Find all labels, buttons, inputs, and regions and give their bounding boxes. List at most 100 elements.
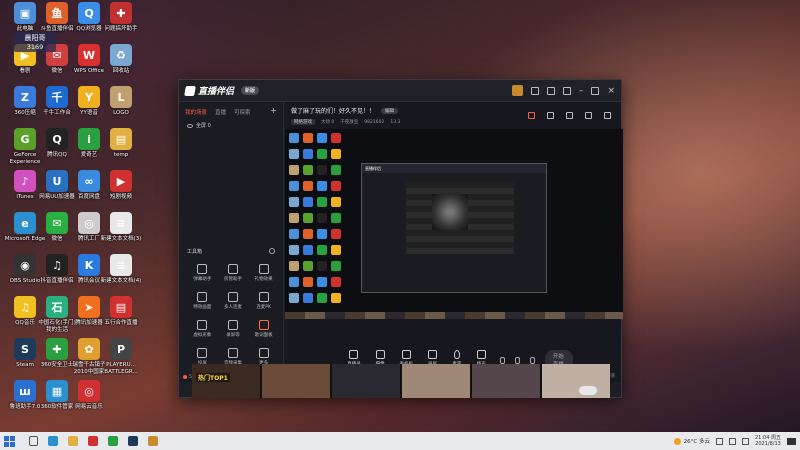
tool-item[interactable]: 特效画面 xyxy=(187,292,218,310)
add-scene-button[interactable]: + xyxy=(270,107,277,116)
title-bar[interactable]: 直播伴侣 新版 – × xyxy=(179,80,621,102)
preview-mini-icon xyxy=(289,213,299,223)
room-category[interactable]: 网络游戏 xyxy=(291,119,315,125)
minimize-icon[interactable]: – xyxy=(579,86,584,95)
message-icon[interactable] xyxy=(530,86,539,95)
desktop-app-icon: G xyxy=(14,128,36,150)
tool-label: 歌词面板 xyxy=(254,333,273,338)
headset-icon[interactable] xyxy=(566,112,573,119)
preview-mini-icon xyxy=(303,133,313,143)
user-avatar-icon[interactable] xyxy=(511,85,523,96)
tool-item[interactable]: 歌词面板 xyxy=(248,320,279,338)
task-view-icon[interactable] xyxy=(29,436,38,446)
desktop-app-icon: ◎ xyxy=(78,212,100,234)
edit-title-button[interactable]: 编辑 xyxy=(381,107,399,114)
version-badge[interactable]: 新版 xyxy=(241,86,260,95)
desktop-app-icon: 石 xyxy=(46,296,68,318)
tool-icon xyxy=(258,292,269,302)
desktop-icon[interactable]: ▶ 短剧视频 xyxy=(100,170,142,201)
preview-mini-icon xyxy=(289,165,299,175)
notification-center-icon[interactable] xyxy=(787,437,796,445)
record-icon[interactable] xyxy=(500,356,506,364)
tool-item[interactable]: 弹幕助手 xyxy=(187,264,218,282)
network-icon[interactable] xyxy=(716,437,723,445)
desktop-icon[interactable]: ♻ 回收站 xyxy=(100,44,142,75)
preview-mini-icon xyxy=(331,197,341,207)
wechat-taskbar-icon[interactable] xyxy=(108,436,118,446)
sidebar-tabs: 我的场景 直播 可探索 + xyxy=(179,102,283,118)
preview-mini-icon xyxy=(331,181,341,191)
top-tag: 热门TOP1 xyxy=(196,373,230,382)
room-stat-number: 9821602 xyxy=(364,119,385,125)
live-companion-taskbar-icon[interactable] xyxy=(88,436,98,446)
desktop-icon-label: LOGO xyxy=(113,110,129,116)
volume-icon[interactable] xyxy=(729,437,736,445)
desktop-app-icon: Z xyxy=(14,86,36,108)
preview-mini-icon xyxy=(331,261,341,271)
desktop-app-icon: U xyxy=(46,170,68,192)
desktop-app-icon: 千 xyxy=(46,86,68,108)
steam-taskbar-icon[interactable] xyxy=(128,436,138,446)
desktop-icon[interactable]: ▤ temp xyxy=(100,128,142,159)
notification-bubble[interactable] xyxy=(579,386,597,395)
tool-item[interactable]: 多人连麦 xyxy=(218,292,249,310)
app-taskbar-icon[interactable] xyxy=(148,436,158,446)
tab-live[interactable]: 直播 xyxy=(215,108,226,116)
bell-icon[interactable] xyxy=(585,112,592,119)
desktop-app-icon: ▦ xyxy=(46,380,68,402)
desktop-icon[interactable]: ▤ 五行合作直播 xyxy=(100,296,142,327)
share-icon[interactable] xyxy=(604,112,611,119)
live-preview[interactable]: 直播伴侣 xyxy=(285,129,623,319)
desktop-icon-label: 五行合作直播 xyxy=(104,320,138,326)
explorer-taskbar-icon[interactable] xyxy=(68,436,78,446)
desktop-icon[interactable]: ≡ 新建文本文档(3) xyxy=(100,212,142,243)
tool-item[interactable]: 礼物效果 xyxy=(248,264,279,282)
room-stat-viewers: 大场 0 xyxy=(321,120,335,125)
tab-explore[interactable]: 可探索 xyxy=(234,108,251,116)
gift-icon[interactable] xyxy=(528,112,535,119)
maximize-icon[interactable] xyxy=(591,86,600,95)
tool-item[interactable]: 虚拟形象 xyxy=(187,320,218,338)
settings-icon[interactable] xyxy=(546,86,555,95)
desktop-app-icon: S xyxy=(14,338,36,360)
desktop-icon[interactable]: ◎ 网易云音乐 xyxy=(68,380,110,411)
box-icon[interactable] xyxy=(547,112,554,119)
close-icon[interactable]: × xyxy=(607,86,615,95)
preview-mini-icon xyxy=(317,149,327,159)
live-companion-window[interactable]: 直播伴侣 新版 – × 我的场景 直播 可探索 + 全屏 0 工具箱 弹幕助手 房… xyxy=(178,79,623,398)
desktop-icon[interactable]: P PLAYERU... BATTLEGR... xyxy=(100,338,142,375)
desktop-app-icon: ➤ xyxy=(78,296,100,318)
tool-item[interactable]: 连麦PK xyxy=(248,292,279,310)
tool-item[interactable]: 录屏等 xyxy=(218,320,249,338)
preview-strip xyxy=(285,312,623,319)
toolbox-settings-icon[interactable] xyxy=(269,248,275,254)
scene-item[interactable]: 全屏 0 xyxy=(179,118,283,133)
desktop-app-icon: ✚ xyxy=(46,338,68,360)
desktop-app-icon: i xyxy=(78,128,100,150)
start-button-icon[interactable] xyxy=(4,435,15,447)
desktop-icon[interactable]: ≡ 新建文本文档(4) xyxy=(100,254,142,285)
preview-mini-icon xyxy=(331,245,341,255)
ime-icon[interactable] xyxy=(742,437,749,445)
tab-my-scenes[interactable]: 我的场景 xyxy=(185,108,207,116)
system-tray: 26°C 多云 21:04 周五 2021/8/13 xyxy=(673,435,796,447)
desktop-app-icon: Q xyxy=(46,128,68,150)
desktop-app-icon: ♫ xyxy=(14,296,36,318)
desktop-icon[interactable]: ✚ 问题搞坏助手 xyxy=(100,2,142,33)
weather-widget[interactable]: 26°C 多云 xyxy=(673,437,710,445)
room-title[interactable]: 做了麻了玩的们！好久不见！！ xyxy=(291,106,375,115)
desktop-icon-label: PLAYERU... BATTLEGR... xyxy=(104,362,138,375)
preview-mini-icon xyxy=(289,197,299,207)
desktop-icon[interactable]: L LOGO xyxy=(100,86,142,117)
taskbar: 26°C 多云 21:04 周五 2021/8/13 xyxy=(0,432,800,450)
preview-mini-icon xyxy=(317,245,327,255)
gear-icon[interactable] xyxy=(530,356,535,364)
visibility-eye-icon[interactable] xyxy=(187,123,193,128)
tool-icon xyxy=(197,320,208,330)
menu-icon[interactable] xyxy=(562,86,571,95)
mirror-icon[interactable] xyxy=(515,356,521,364)
tool-item[interactable]: 房管助手 xyxy=(218,264,249,282)
desktop-icon-label: 新建文本文档(3) xyxy=(100,236,142,242)
clock[interactable]: 21:04 周五 2021/8/13 xyxy=(755,435,781,447)
edge-taskbar-icon[interactable] xyxy=(48,436,58,446)
